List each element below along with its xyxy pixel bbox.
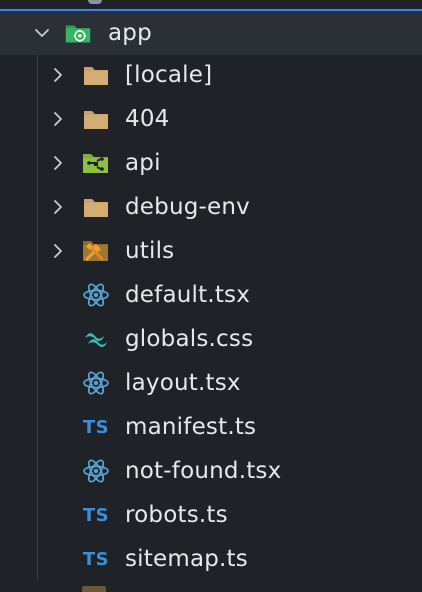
react-icon [82,281,110,309]
previous-row-icon [88,0,102,4]
utils-folder-icon [82,237,110,265]
tree-item-label: 404 [125,106,170,132]
folder-icon [82,105,110,133]
folder-icon [82,61,110,89]
typescript-icon: TS [82,416,110,438]
tree-item-robots-ts[interactable]: TS robots.ts [0,493,422,537]
next-row-icon-peek [82,586,106,592]
tree-item-manifest-ts[interactable]: TS manifest.ts [0,405,422,449]
react-icon [82,369,110,397]
tree-item-utils[interactable]: utils [0,229,422,273]
tree-item-label: api [125,150,161,176]
tree-item-layout-tsx[interactable]: layout.tsx [0,361,422,405]
tree-item-label: sitemap.ts [125,546,248,572]
tree-item-not-found-tsx[interactable]: not-found.tsx [0,449,422,493]
chevron-right-icon[interactable] [48,197,68,217]
tree-item-sitemap-ts[interactable]: TS sitemap.ts [0,537,422,581]
chevron-down-icon[interactable] [32,23,52,43]
tree-item-label: default.tsx [125,282,251,308]
tree-item-label: manifest.ts [125,414,257,440]
tree-item-api[interactable]: api [0,141,422,185]
tree-item-label: utils [125,238,175,264]
api-folder-icon [82,149,110,177]
chevron-right-icon[interactable] [48,153,68,173]
tree-item-default-tsx[interactable]: default.tsx [0,273,422,317]
typescript-icon: TS [82,548,110,570]
tree-item-label: layout.tsx [125,370,241,396]
tree-item-locale[interactable]: [locale] [0,53,422,97]
tree-item-globals-css[interactable]: globals.css [0,317,422,361]
tree-item-label: robots.ts [125,502,228,528]
previous-row-sliver [0,0,422,8]
folder-icon [82,193,110,221]
tree-item-debug-env[interactable]: debug-env [0,185,422,229]
file-explorer-tree: app [locale] 404 api debug-env utils def… [0,0,422,592]
tailwind-icon [82,325,110,353]
chevron-right-icon[interactable] [48,109,68,129]
tree-item-404[interactable]: 404 [0,97,422,141]
tree-item-label: app [108,20,152,46]
tree-item-app[interactable]: app [0,9,422,55]
tree-item-label: not-found.tsx [125,458,282,484]
chevron-right-icon[interactable] [48,65,68,85]
tree-item-label: debug-env [125,194,250,220]
typescript-icon: TS [82,504,110,526]
react-icon [82,457,110,485]
tree-item-label: [locale] [125,62,213,88]
chevron-right-icon[interactable] [48,241,68,261]
tree-item-label: globals.css [125,326,254,352]
app-folder-icon [64,19,92,47]
